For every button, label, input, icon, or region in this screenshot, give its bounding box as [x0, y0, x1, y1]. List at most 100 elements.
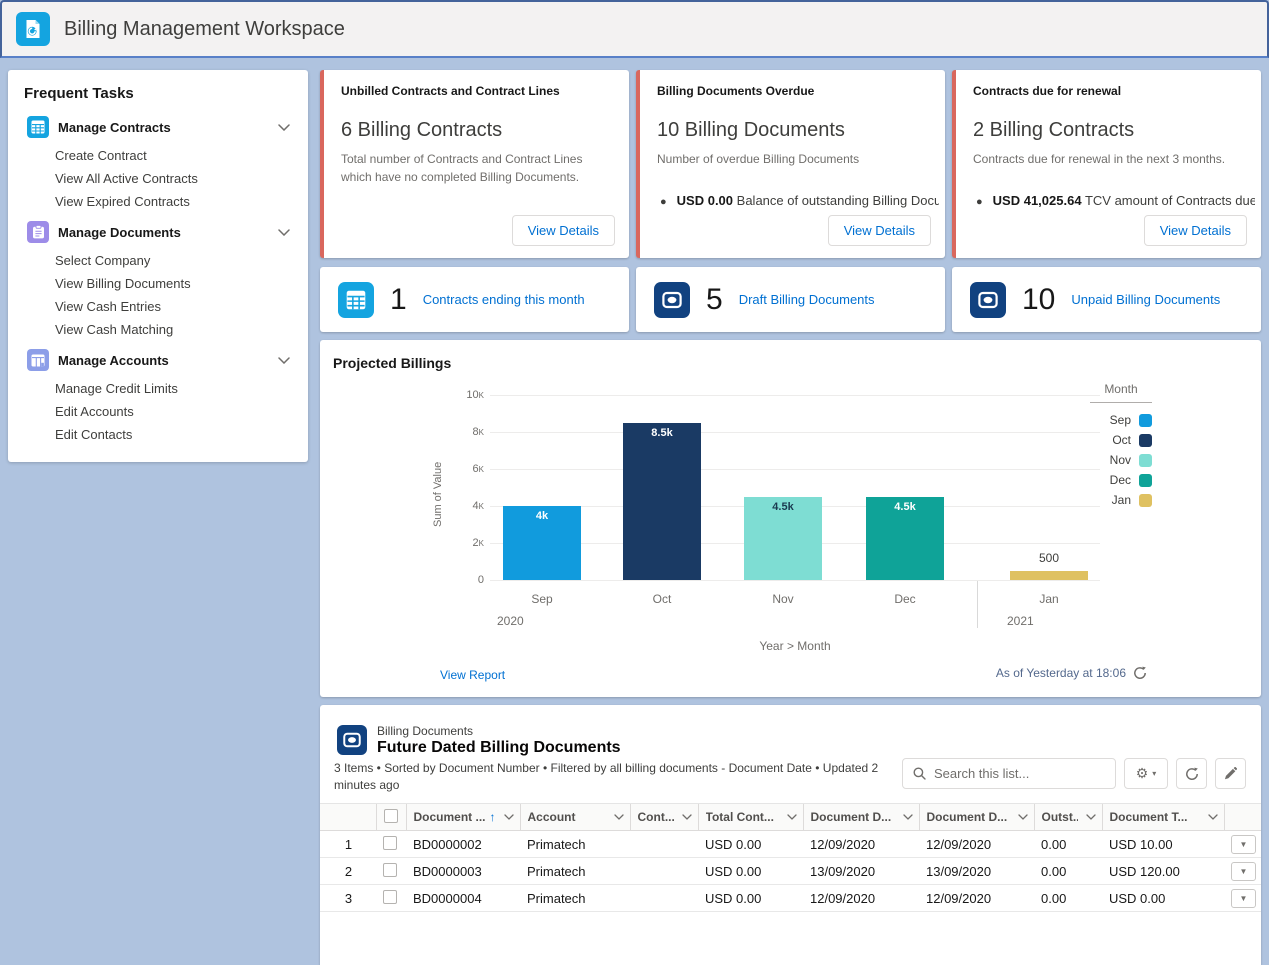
chevron-down-icon: [278, 124, 290, 131]
cell-text: 13/09/2020: [919, 858, 1034, 885]
select-all-header[interactable]: [376, 804, 406, 831]
column-header-label: Document ...: [414, 810, 486, 824]
gear-icon: ⚙: [1136, 765, 1149, 782]
sidebar-item[interactable]: View Expired Contracts: [24, 190, 292, 213]
row-actions-button[interactable]: ▼: [1231, 889, 1256, 908]
x-category-label: Sep: [503, 592, 581, 606]
cell-link[interactable]: BD0000002: [406, 831, 520, 858]
y-tick-label: 2k: [446, 537, 484, 549]
cell-text: 0.00: [1034, 885, 1102, 912]
column-header[interactable]: Total Cont...: [698, 804, 803, 831]
row-checkbox[interactable]: [383, 890, 397, 904]
row-checkbox-cell: [376, 831, 406, 858]
sidebar-item[interactable]: View Cash Matching: [24, 318, 292, 341]
legend-swatch: [1139, 474, 1152, 487]
kpi-card: Contracts due for renewal2 Billing Contr…: [952, 70, 1261, 258]
list-meta: 3 Items • Sorted by Document Number • Fi…: [334, 760, 906, 794]
sidebar-item[interactable]: Select Company: [24, 249, 292, 272]
view-details-button[interactable]: View Details: [512, 215, 615, 246]
chevron-down-icon: [682, 814, 692, 820]
cell-text: [630, 885, 698, 912]
y-tick-label: 4k: [446, 500, 484, 512]
row-checkbox[interactable]: [383, 863, 397, 877]
sidebar-item[interactable]: Edit Contacts: [24, 423, 292, 446]
cell-link[interactable]: BD0000003: [406, 858, 520, 885]
chart-bar-jan[interactable]: 500: [1010, 571, 1088, 580]
stat-tile[interactable]: 1Contracts ending this month: [320, 267, 629, 332]
chart-bar-oct[interactable]: 8.5k: [623, 423, 701, 580]
sidebar-group-accounts[interactable]: Manage Accounts: [24, 348, 292, 372]
row-number: 3: [320, 885, 376, 912]
stat-tile[interactable]: 5Draft Billing Documents: [636, 267, 945, 332]
view-report-link[interactable]: View Report: [440, 668, 505, 682]
stat-tile[interactable]: 10 Unpaid Billing Documents: [952, 267, 1261, 332]
year-separator-line: [977, 580, 978, 628]
list-settings-button[interactable]: ⚙ ▾: [1124, 758, 1168, 789]
cell-link[interactable]: Primatech: [520, 831, 630, 858]
chart-bar-dec[interactable]: 4.5k: [866, 497, 944, 580]
chart-refresh-status: As of Yesterday at 18:06: [996, 666, 1147, 680]
chevron-down-icon: [1018, 814, 1028, 820]
sidebar-item[interactable]: Create Contract: [24, 144, 292, 167]
cell-link[interactable]: BD0000004: [406, 885, 520, 912]
cell-link[interactable]: Primatech: [520, 858, 630, 885]
sidebar-item[interactable]: View All Active Contracts: [24, 167, 292, 190]
stat-tile-value: 10: [1022, 283, 1055, 317]
stat-tile-link[interactable]: Draft Billing Documents: [739, 292, 875, 307]
pencil-icon: [1224, 767, 1237, 780]
column-header[interactable]: Outst...: [1034, 804, 1102, 831]
chevron-down-icon: ▾: [1152, 769, 1156, 778]
sort-ascending-icon: ↑: [490, 810, 496, 824]
column-header[interactable]: Account: [520, 804, 630, 831]
stat-tile-link[interactable]: Unpaid Billing Documents: [1071, 292, 1220, 307]
sidebar-item[interactable]: View Billing Documents: [24, 272, 292, 295]
stat-tiles-row: 1Contracts ending this month5Draft Billi…: [320, 267, 1261, 332]
view-details-button[interactable]: View Details: [828, 215, 931, 246]
column-header-label: Cont...: [638, 810, 674, 824]
stat-tile-link[interactable]: Contracts ending this month: [423, 292, 585, 307]
x-category-label: Dec: [866, 592, 944, 606]
chart-bar-sep[interactable]: 4k: [503, 506, 581, 580]
row-checkbox[interactable]: [383, 836, 397, 850]
column-header[interactable]: Cont...: [630, 804, 698, 831]
sidebar-item[interactable]: Edit Accounts: [24, 400, 292, 423]
chart-bar-nov[interactable]: 4.5k: [744, 497, 822, 580]
sidebar-item[interactable]: View Cash Entries: [24, 295, 292, 318]
view-details-button[interactable]: View Details: [1144, 215, 1247, 246]
list-refresh-button[interactable]: [1176, 758, 1207, 789]
sidebar-group-label: Manage Contracts: [58, 120, 278, 135]
cell-text: USD 0.00: [698, 831, 803, 858]
year-label: 2021: [1007, 614, 1034, 628]
as-of-text: As of Yesterday at 18:06: [996, 666, 1126, 680]
cell-text: [630, 831, 698, 858]
list-search-box: [902, 758, 1116, 789]
cell-link[interactable]: Primatech: [520, 885, 630, 912]
legend-entry-label: Nov: [1110, 453, 1131, 467]
gridline: [490, 395, 1100, 396]
sidebar-item[interactable]: Manage Credit Limits: [24, 377, 292, 400]
row-actions-button[interactable]: ▼: [1231, 835, 1256, 854]
kpi-card-title: Billing Documents Overdue: [657, 84, 931, 98]
sidebar-group-contracts[interactable]: Manage Contracts: [24, 115, 292, 139]
sidebar-group-label: Manage Documents: [58, 225, 278, 240]
frequent-tasks-title: Frequent Tasks: [24, 85, 292, 102]
kpi-card-headline: 10 Billing Documents: [657, 119, 931, 142]
bar-value-label: 8.5k: [623, 427, 701, 439]
column-header[interactable]: Document D...: [919, 804, 1034, 831]
kpi-card-description: Number of overdue Billing Documents: [657, 150, 931, 168]
select-all-checkbox[interactable]: [384, 809, 398, 823]
sidebar-group-documents[interactable]: Manage Documents: [24, 220, 292, 244]
column-header[interactable]: Document T...: [1102, 804, 1224, 831]
kpi-bullet-value: USD 0.00: [677, 193, 733, 208]
refresh-icon[interactable]: [1133, 666, 1147, 680]
search-input[interactable]: [934, 766, 1105, 781]
column-header[interactable]: Document D...: [803, 804, 919, 831]
row-actions-button[interactable]: ▼: [1231, 862, 1256, 881]
list-edit-button[interactable]: [1215, 758, 1246, 789]
app-header: Billing Management Workspace: [0, 0, 1269, 58]
y-axis-label: Sum of Value: [432, 462, 444, 527]
y-tick-label: 6k: [446, 463, 484, 475]
kpi-card-description: Total number of Contracts and Contract L…: [341, 150, 615, 186]
kpi-cards-row: Unbilled Contracts and Contract Lines6 B…: [320, 70, 1261, 258]
column-header[interactable]: Document ... ↑: [406, 804, 520, 831]
